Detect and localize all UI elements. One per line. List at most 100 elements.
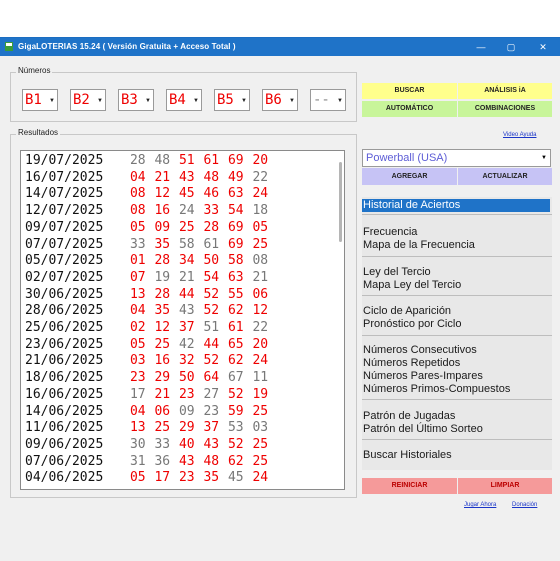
result-row[interactable]: 14/06/2025 04 06 09 23 59 25 (25, 404, 274, 420)
result-number: 09 (154, 219, 171, 235)
result-number: 35 (154, 303, 171, 319)
result-date: 09/06/2025 (25, 436, 104, 452)
minimize-button[interactable]: — (466, 38, 496, 56)
number-box-value: B4 (169, 92, 186, 108)
number-box-5[interactable]: B5 ▼ (214, 89, 250, 111)
chevron-down-icon[interactable]: ▼ (289, 98, 295, 104)
result-number: 48 (203, 453, 220, 469)
result-number: 04 (129, 303, 146, 319)
results-list[interactable]: 19/07/2025 28 48 51 61 69 20 16/07/2025 04 21 43… (20, 150, 345, 490)
menu-ciclo[interactable]: Ciclo de Aparición (363, 305, 451, 318)
result-number: 33 (129, 236, 146, 252)
result-date: 04/06/2025 (25, 470, 104, 486)
lottery-select[interactable]: Powerball (USA) ▼ (362, 149, 551, 167)
app-window: GigaLOTERIAS 15.24 ( Versión Gratuita + … (0, 37, 560, 561)
agregar-button[interactable]: AGREGAR (362, 168, 457, 185)
number-box-value: B3 (121, 92, 138, 108)
result-row[interactable]: 23/06/2025 05 25 42 44 65 20 (25, 337, 274, 353)
result-row[interactable]: 05/07/2025 01 28 34 50 58 08 (25, 253, 274, 269)
actualizar-button[interactable]: ACTUALIZAR (458, 168, 552, 185)
result-row[interactable]: 09/06/2025 30 33 40 43 52 25 (25, 437, 274, 453)
maximize-button[interactable]: ▢ (496, 38, 526, 56)
result-row[interactable]: 14/07/2025 08 12 45 46 63 24 (25, 186, 274, 202)
result-row[interactable]: 19/07/2025 28 48 51 61 69 20 (25, 153, 274, 169)
result-number: 12 (154, 320, 171, 335)
result-row[interactable]: 25/06/2025 02 12 37 51 61 22 (25, 320, 274, 336)
jugar-ahora-link[interactable]: Jugar Ahora (464, 502, 496, 508)
result-row[interactable]: 11/06/2025 13 25 29 37 53 03 (25, 420, 274, 436)
menu-pronostico[interactable]: Pronóstico por Ciclo (363, 318, 461, 331)
video-ayuda-link[interactable]: Video Ayuda (503, 132, 536, 138)
result-row[interactable]: 16/06/2025 17 21 23 27 52 19 (25, 387, 274, 403)
result-number: 33 (203, 203, 220, 219)
number-box-value: B5 (217, 92, 234, 108)
close-button[interactable]: ✕ (528, 38, 558, 56)
menu-ley-tercio[interactable]: Ley del Tercio (363, 266, 431, 279)
result-number: 64 (203, 370, 220, 386)
result-row[interactable]: 30/06/2025 13 28 44 52 55 06 (25, 287, 274, 303)
result-number: 23 (129, 370, 146, 386)
result-number: 63 (227, 186, 244, 202)
result-row[interactable]: 07/06/2025 31 36 43 48 62 25 (25, 454, 274, 470)
chevron-down-icon[interactable]: ▼ (49, 98, 55, 104)
number-box-1[interactable]: B1 ▼ (22, 89, 58, 111)
number-box-3[interactable]: B3 ▼ (118, 89, 154, 111)
results-scrollbar[interactable] (338, 152, 344, 488)
title-bar[interactable]: GigaLOTERIAS 15.24 ( Versión Gratuita + … (0, 38, 560, 56)
analisis-ia-button[interactable]: ANÁLISIS iA (458, 83, 552, 99)
result-number: 67 (227, 370, 244, 386)
chevron-down-icon[interactable]: ▼ (145, 98, 151, 104)
result-number: 36 (154, 453, 171, 469)
menu-buscar-historiales[interactable]: Buscar Historiales (363, 449, 452, 462)
result-row[interactable]: 09/07/2025 05 09 25 28 69 05 (25, 220, 274, 236)
result-number: 59 (227, 403, 244, 419)
menu-patron-jugadas[interactable]: Patrón de Jugadas (363, 410, 455, 423)
menu-historial[interactable]: Historial de Aciertos (363, 199, 460, 212)
menu-primos[interactable]: Números Primos-Compuestos (363, 383, 510, 396)
number-box-2[interactable]: B2 ▼ (70, 89, 106, 111)
buscar-button[interactable]: BUSCAR (362, 83, 457, 99)
result-number: 24 (252, 470, 269, 486)
result-number: 42 (178, 336, 195, 352)
result-row[interactable]: 02/07/2025 07 19 21 54 63 21 (25, 270, 274, 286)
number-box-4[interactable]: B4 ▼ (166, 89, 202, 111)
number-box-7[interactable]: -- ▼ (310, 89, 346, 111)
result-date: 11/06/2025 (25, 420, 104, 436)
result-date: 16/06/2025 (25, 386, 104, 402)
menu-repetidos[interactable]: Números Repetidos (363, 357, 460, 370)
result-row[interactable]: 07/07/2025 33 35 58 61 69 25 (25, 237, 274, 253)
reiniciar-button[interactable]: REINICIAR (362, 478, 457, 494)
result-number: 43 (178, 453, 195, 469)
chevron-down-icon[interactable]: ▼ (193, 98, 199, 104)
result-row[interactable]: 04/06/2025 05 17 23 35 45 24 (25, 470, 274, 486)
result-row[interactable]: 28/06/2025 04 35 43 52 62 12 (25, 303, 274, 319)
number-box-6[interactable]: B6 ▼ (262, 89, 298, 111)
result-row[interactable]: 12/07/2025 08 16 24 33 54 18 (25, 203, 274, 219)
result-number: 16 (154, 203, 171, 219)
chevron-down-icon[interactable]: ▼ (241, 98, 247, 104)
menu-frecuencia[interactable]: Frecuencia (363, 226, 417, 239)
menu-consecutivos[interactable]: Números Consecutivos (363, 344, 477, 357)
chevron-down-icon[interactable]: ▼ (97, 98, 103, 104)
combinaciones-button[interactable]: COMBINACIONES (458, 101, 552, 117)
result-number: 28 (154, 253, 171, 269)
result-number: 24 (252, 353, 269, 369)
result-row[interactable]: 18/06/2025 23 29 50 64 67 11 (25, 370, 274, 386)
menu-patron-ultimo[interactable]: Patrón del Último Sorteo (363, 423, 483, 436)
menu-mapa-frecuencia[interactable]: Mapa de la Frecuencia (363, 239, 475, 252)
menu-mapa-tercio[interactable]: Mapa Ley del Tercio (363, 279, 461, 292)
result-number: 11 (252, 370, 269, 386)
donacion-link[interactable]: Donación (512, 502, 537, 508)
limpiar-button[interactable]: LIMPIAR (458, 478, 552, 494)
result-number: 13 (129, 286, 146, 302)
menu-pares-impares[interactable]: Números Pares-Impares (363, 370, 483, 383)
divider (362, 295, 552, 296)
chevron-down-icon[interactable]: ▼ (541, 155, 547, 161)
divider (362, 214, 552, 215)
scrollbar-thumb[interactable] (339, 162, 342, 242)
result-row[interactable]: 16/07/2025 04 21 43 48 49 22 (25, 170, 274, 186)
result-row[interactable]: 21/06/2025 03 16 32 52 62 24 (25, 353, 274, 369)
result-number: 35 (203, 470, 220, 486)
chevron-down-icon[interactable]: ▼ (337, 98, 343, 104)
automatico-button[interactable]: AUTOMÁTICO (362, 101, 457, 117)
